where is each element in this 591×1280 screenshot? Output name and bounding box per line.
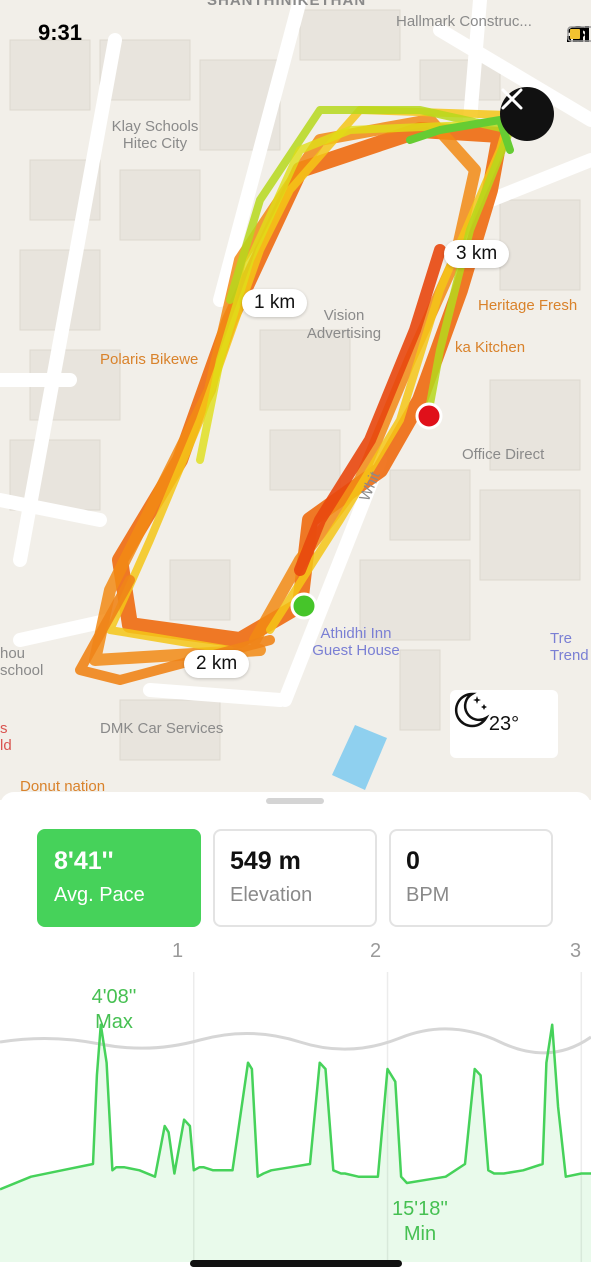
pool-area xyxy=(332,725,387,790)
x-tick-1: 1 xyxy=(172,940,184,962)
min-annotation: 15'18'' Min xyxy=(382,1197,458,1247)
min-value: 15'18'' xyxy=(392,1198,448,1220)
stat-card-bpm[interactable]: 0 BPM xyxy=(389,829,553,927)
poi-athidhi-inn[interactable]: Athidhi Inn Guest House xyxy=(308,625,404,659)
poi-dmk[interactable]: DMK Car Services xyxy=(100,720,223,737)
stat-value: 549 m xyxy=(230,847,301,875)
sheet-grabber[interactable] xyxy=(266,798,324,804)
close-button[interactable] xyxy=(500,87,554,141)
poi-heritage[interactable]: Heritage Fresh xyxy=(478,297,577,314)
stat-value: 8'41'' xyxy=(54,847,114,875)
poi-klay-schools[interactable]: Klay Schools Hitec City xyxy=(105,118,205,152)
pace-area xyxy=(0,1024,591,1262)
poi-polaris[interactable]: Polaris Bikewe xyxy=(100,351,198,368)
x-tick-3: 3 xyxy=(570,940,582,962)
stat-label: BPM xyxy=(406,884,450,906)
stat-value: 0 xyxy=(406,847,420,875)
stat-card-elevation[interactable]: 549 m Elevation xyxy=(213,829,377,927)
home-indicator[interactable] xyxy=(190,1260,402,1267)
route-map[interactable]: 9:31 SHANTHINIKETHAN Hallmark Construc..… xyxy=(0,0,591,800)
max-caption: Max xyxy=(95,1011,133,1033)
poi-shanthiniketan: SHANTHINIKETHAN xyxy=(207,0,367,9)
x-tick-2: 2 xyxy=(370,940,382,962)
poi-office-direct[interactable]: Office Direct xyxy=(462,446,544,463)
poi-vision[interactable]: Vision Advertising xyxy=(298,307,390,343)
km-marker-3: 3 km xyxy=(444,240,510,268)
end-point-icon xyxy=(415,402,443,430)
poi-hallmark[interactable]: Hallmark Construc... xyxy=(396,13,532,30)
start-point-icon xyxy=(290,592,318,620)
poi-school[interactable]: hou school xyxy=(0,645,43,679)
close-icon xyxy=(501,88,523,110)
stats-sheet[interactable]: 8'41'' Avg. Pace 549 m Elevation 0 BPM 1… xyxy=(0,792,591,1280)
moon-stars-icon xyxy=(454,692,490,728)
stat-label: Elevation xyxy=(230,884,313,906)
weather-temperature: 23° xyxy=(488,712,520,735)
max-value: 4'08'' xyxy=(91,986,137,1008)
poi-kitchen[interactable]: ka Kitchen xyxy=(455,339,525,356)
min-caption: Min xyxy=(403,1223,437,1245)
km-marker-2: 2 km xyxy=(184,650,250,678)
poi-edge[interactable]: s ld xyxy=(0,720,14,754)
max-annotation: 4'08'' Max xyxy=(78,985,150,1035)
stat-card-pace[interactable]: 8'41'' Avg. Pace xyxy=(37,829,201,927)
weather-widget: 23° xyxy=(450,690,558,758)
km-marker-1: 1 km xyxy=(242,289,308,317)
status-time: 9:31 xyxy=(38,20,83,45)
pace-line xyxy=(0,1023,591,1191)
stat-label: Avg. Pace xyxy=(54,884,145,906)
battery-icon xyxy=(567,26,591,42)
poi-trend[interactable]: Tre Trend xyxy=(550,630,590,664)
